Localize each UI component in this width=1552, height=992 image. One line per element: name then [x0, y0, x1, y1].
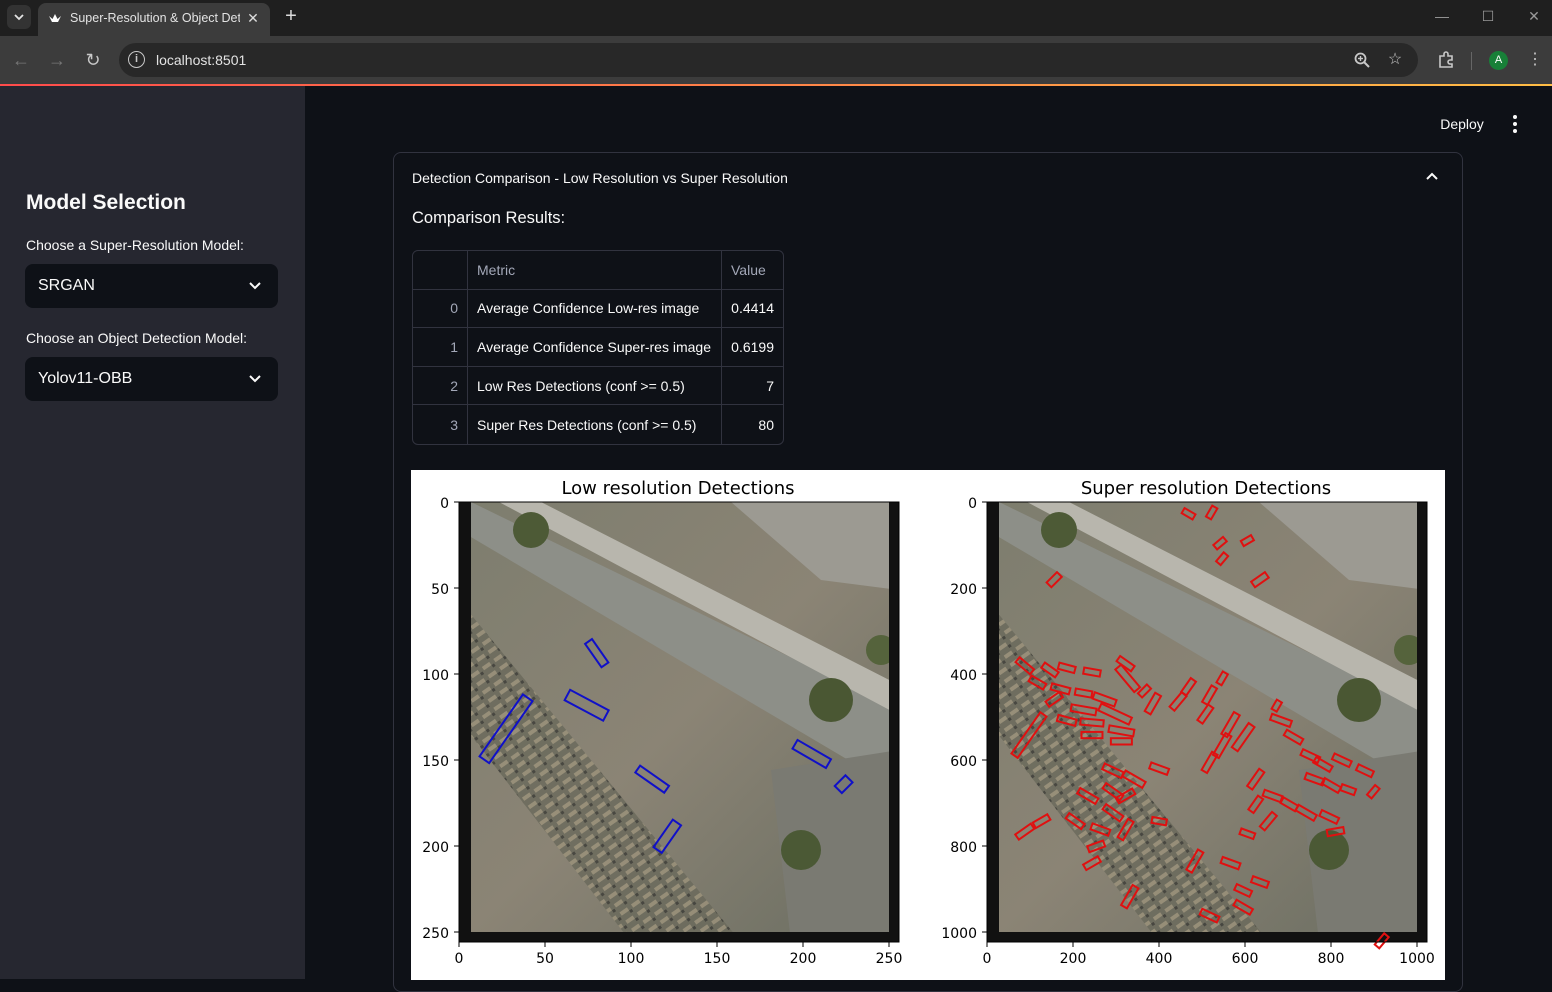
y-tick-label: 100 — [422, 668, 449, 684]
index-header[interactable] — [413, 251, 468, 290]
row-index: 1 — [413, 328, 468, 367]
maximize-icon[interactable]: ☐ — [1480, 8, 1496, 24]
y-tick-label: 250 — [422, 926, 449, 942]
y-tick-label: 400 — [950, 668, 977, 684]
x-tick-label: 100 — [618, 951, 645, 967]
metric-cell[interactable]: Super Res Detections (conf >= 0.5) — [468, 405, 722, 444]
y-tick-label: 800 — [950, 840, 977, 856]
detection-figure: Low resolution Detections 0 50 100 150 2… — [411, 470, 1445, 980]
chevron-down-icon — [249, 375, 261, 383]
super-res-y-axis: 0 200 400 600 800 1000 — [941, 496, 987, 942]
forward-icon[interactable]: → — [45, 48, 69, 72]
value-cell[interactable]: 80 — [722, 405, 783, 444]
x-tick-label: 150 — [704, 951, 731, 967]
table-row: 3 Super Res Detections (conf >= 0.5) 80 — [413, 405, 783, 444]
sr-model-select[interactable]: SRGAN — [25, 264, 278, 308]
sidebar: Model Selection Choose a Super-Resolutio… — [0, 86, 305, 979]
comparison-expander: Detection Comparison - Low Resolution vs… — [393, 152, 1463, 992]
low-res-image — [459, 502, 899, 942]
table-row: 2 Low Res Detections (conf >= 0.5) 7 — [413, 366, 783, 406]
table-row: 0 Average Confidence Low-res image 0.441… — [413, 289, 783, 329]
reload-icon[interactable]: ↻ — [81, 48, 105, 72]
super-res-x-axis: 0 200 400 600 800 1000 — [983, 942, 1435, 967]
back-icon[interactable]: ← — [9, 48, 33, 72]
x-tick-label: 200 — [1060, 951, 1087, 967]
tab-search-button[interactable] — [7, 5, 31, 29]
x-tick-label: 400 — [1146, 951, 1173, 967]
zoom-icon[interactable] — [1353, 51, 1371, 69]
close-window-icon[interactable]: ✕ — [1526, 8, 1542, 24]
sr-model-value: SRGAN — [38, 277, 95, 294]
table-row: 1 Average Confidence Super-res image 0.6… — [413, 328, 783, 367]
y-tick-label: 600 — [950, 754, 977, 770]
profile-avatar[interactable]: A — [1489, 51, 1508, 70]
od-model-value: Yolov11-OBB — [38, 370, 133, 387]
sidebar-title: Model Selection — [26, 191, 186, 214]
super-res-plot-title: Super resolution Detections — [1081, 478, 1331, 499]
metric-cell[interactable]: Average Confidence Super-res image — [468, 328, 722, 367]
bookmark-star-icon[interactable]: ☆ — [1386, 51, 1404, 69]
x-tick-label: 0 — [983, 951, 992, 967]
streamlit-crown-icon — [49, 14, 61, 22]
tab-title: Super-Resolution & Object Det — [70, 11, 240, 25]
x-tick-label: 1000 — [1399, 951, 1435, 967]
detection-plots: Low resolution Detections 0 50 100 150 2… — [422, 478, 1435, 967]
y-tick-label: 0 — [440, 496, 449, 512]
y-tick-label: 200 — [950, 582, 977, 598]
table-header-row: Metric Value — [413, 251, 783, 290]
y-tick-label: 200 — [422, 840, 449, 856]
x-tick-label: 0 — [455, 951, 464, 967]
toolbar-divider — [1471, 52, 1472, 70]
value-cell[interactable]: 0.4414 — [722, 290, 783, 329]
browser-toolbar: ← → ↻ i localhost:8501 ☆ A ⋮ — [0, 36, 1552, 84]
x-tick-label: 250 — [876, 951, 903, 967]
y-tick-label: 0 — [968, 496, 977, 512]
x-tick-label: 50 — [536, 951, 554, 967]
x-tick-label: 200 — [790, 951, 817, 967]
super-res-plot: Super resolution Detections 0 200 400 60… — [941, 478, 1434, 967]
value-cell[interactable]: 0.6199 — [722, 328, 783, 367]
extensions-icon[interactable] — [1435, 49, 1457, 71]
browser-menu-icon[interactable]: ⋮ — [1524, 49, 1546, 71]
chevron-up-icon[interactable] — [1424, 169, 1440, 185]
new-tab-button[interactable]: + — [280, 6, 302, 28]
comparison-table[interactable]: Metric Value 0 Average Confidence Low-re… — [412, 250, 784, 445]
deploy-button[interactable]: Deploy — [1430, 110, 1494, 138]
value-header[interactable]: Value — [722, 251, 783, 290]
low-res-plot-title: Low resolution Detections — [561, 478, 794, 499]
super-res-image — [987, 502, 1427, 942]
value-cell[interactable]: 7 — [722, 367, 783, 406]
metric-header[interactable]: Metric — [468, 251, 722, 290]
metric-cell[interactable]: Low Res Detections (conf >= 0.5) — [468, 366, 722, 406]
section-heading: Comparison Results: — [412, 209, 566, 227]
minimize-icon[interactable]: — — [1434, 8, 1450, 24]
od-model-select[interactable]: Yolov11-OBB — [25, 357, 278, 401]
chevron-down-icon — [249, 282, 261, 290]
chevron-down-icon — [14, 14, 24, 21]
expander-title[interactable]: Detection Comparison - Low Resolution vs… — [412, 170, 788, 186]
y-tick-label: 1000 — [941, 926, 977, 942]
x-tick-label: 800 — [1318, 951, 1345, 967]
row-index: 2 — [413, 366, 468, 406]
browser-tab-strip: Super-Resolution & Object Det ✕ + — ☐ ✕ — [0, 0, 1552, 36]
x-tick-label: 600 — [1232, 951, 1259, 967]
row-index: 0 — [413, 289, 468, 329]
metric-cell[interactable]: Average Confidence Low-res image — [468, 289, 722, 329]
main-menu-icon[interactable] — [1506, 113, 1524, 135]
close-tab-icon[interactable]: ✕ — [244, 9, 262, 27]
low-res-x-axis: 0 50 100 150 200 250 — [455, 942, 903, 967]
sr-model-label: Choose a Super-Resolution Model: — [26, 237, 244, 253]
y-tick-label: 150 — [422, 754, 449, 770]
url-text[interactable]: localhost:8501 — [156, 52, 246, 68]
low-res-plot: Low resolution Detections 0 50 100 150 2… — [422, 478, 902, 967]
od-model-label: Choose an Object Detection Model: — [26, 330, 248, 346]
low-res-y-axis: 0 50 100 150 200 250 — [422, 496, 459, 942]
address-bar[interactable]: i localhost:8501 ☆ — [119, 43, 1418, 77]
site-info-icon[interactable]: i — [128, 51, 145, 68]
row-index: 3 — [413, 405, 468, 444]
browser-tab[interactable]: Super-Resolution & Object Det ✕ — [38, 3, 270, 36]
y-tick-label: 50 — [431, 582, 449, 598]
